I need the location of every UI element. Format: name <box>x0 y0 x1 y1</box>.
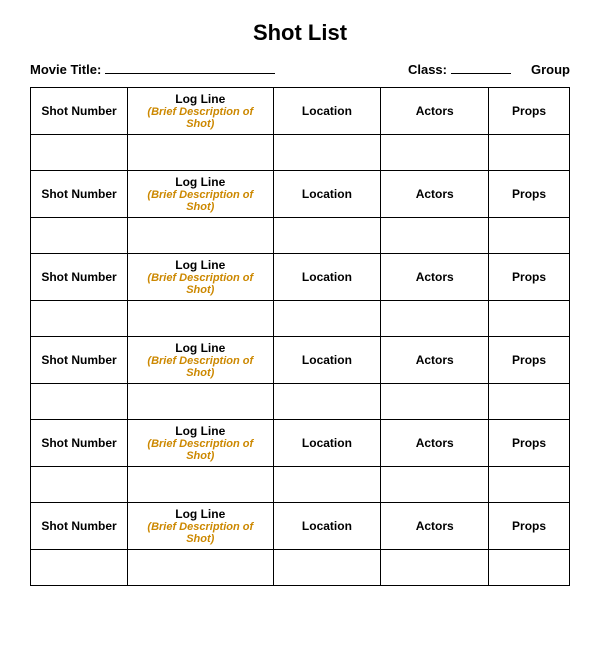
props-cell[interactable] <box>489 467 570 503</box>
col-header-actors-4: Actors <box>381 337 489 384</box>
actors-cell[interactable] <box>381 301 489 337</box>
table-header-row-2: Shot Number Log Line (Brief Description … <box>31 171 570 218</box>
props-cell[interactable] <box>489 135 570 171</box>
table-row <box>31 384 570 420</box>
col-header-logline-6: Log Line (Brief Description of Shot) <box>128 503 274 550</box>
logline-sub-5: (Brief Description of Shot) <box>134 438 267 462</box>
actors-cell[interactable] <box>381 384 489 420</box>
location-cell[interactable] <box>273 467 381 503</box>
shot-number-cell[interactable] <box>31 384 128 420</box>
col-header-shot-6: Shot Number <box>31 503 128 550</box>
page-title: Shot List <box>30 20 570 46</box>
col-header-props-6: Props <box>489 503 570 550</box>
col-header-shot-2: Shot Number <box>31 171 128 218</box>
shot-number-cell[interactable] <box>31 467 128 503</box>
logline-title-3: Log Line <box>134 258 267 272</box>
col-header-logline-5: Log Line (Brief Description of Shot) <box>128 420 274 467</box>
logline-sub-2: (Brief Description of Shot) <box>134 189 267 213</box>
col-header-logline-4: Log Line (Brief Description of Shot) <box>128 337 274 384</box>
logline-sub-3: (Brief Description of Shot) <box>134 272 267 296</box>
actors-cell[interactable] <box>381 467 489 503</box>
col-header-shot-4: Shot Number <box>31 337 128 384</box>
col-header-props: Props <box>489 88 570 135</box>
logline-title-5: Log Line <box>134 424 267 438</box>
logline-title-2: Log Line <box>134 175 267 189</box>
table-header-row-4: Shot Number Log Line (Brief Description … <box>31 337 570 384</box>
shot-list-table: Shot Number Log Line (Brief Description … <box>30 87 570 586</box>
col-header-props-5: Props <box>489 420 570 467</box>
col-header-props-2: Props <box>489 171 570 218</box>
logline-cell[interactable] <box>128 218 274 254</box>
col-header-location: Location <box>273 88 381 135</box>
col-header-location-6: Location <box>273 503 381 550</box>
logline-sub-4: (Brief Description of Shot) <box>134 355 267 379</box>
col-header-actors-3: Actors <box>381 254 489 301</box>
col-header-actors: Actors <box>381 88 489 135</box>
logline-title-4: Log Line <box>134 341 267 355</box>
col-header-shot-3: Shot Number <box>31 254 128 301</box>
shot-number-cell[interactable] <box>31 218 128 254</box>
col-header-actors-2: Actors <box>381 171 489 218</box>
logline-sub: (Brief Description of Shot) <box>134 106 267 130</box>
col-header-location-2: Location <box>273 171 381 218</box>
col-header-actors-6: Actors <box>381 503 489 550</box>
actors-cell[interactable] <box>381 135 489 171</box>
table-header-row-6: Shot Number Log Line (Brief Description … <box>31 503 570 550</box>
logline-cell[interactable] <box>128 467 274 503</box>
logline-cell[interactable] <box>128 384 274 420</box>
logline-title: Log Line <box>134 92 267 106</box>
table-row <box>31 550 570 586</box>
table-header-row-3: Shot Number Log Line (Brief Description … <box>31 254 570 301</box>
col-header-location-3: Location <box>273 254 381 301</box>
col-header-shot: Shot Number <box>31 88 128 135</box>
logline-cell[interactable] <box>128 135 274 171</box>
shot-number-cell[interactable] <box>31 301 128 337</box>
logline-title-6: Log Line <box>134 507 267 521</box>
logline-cell[interactable] <box>128 550 274 586</box>
col-header-props-3: Props <box>489 254 570 301</box>
col-header-logline: Log Line (Brief Description of Shot) <box>128 88 274 135</box>
col-header-actors-5: Actors <box>381 420 489 467</box>
col-header-shot-5: Shot Number <box>31 420 128 467</box>
props-cell[interactable] <box>489 301 570 337</box>
col-header-logline-3: Log Line (Brief Description of Shot) <box>128 254 274 301</box>
props-cell[interactable] <box>489 218 570 254</box>
shot-number-cell[interactable] <box>31 550 128 586</box>
col-header-props-4: Props <box>489 337 570 384</box>
location-cell[interactable] <box>273 301 381 337</box>
class-input[interactable] <box>451 60 511 74</box>
logline-cell[interactable] <box>128 301 274 337</box>
location-cell[interactable] <box>273 384 381 420</box>
col-header-location-5: Location <box>273 420 381 467</box>
table-header-row-1: Shot Number Log Line (Brief Description … <box>31 88 570 135</box>
location-cell[interactable] <box>273 218 381 254</box>
group-label: Group <box>531 62 570 77</box>
table-row <box>31 467 570 503</box>
table-header-row-5: Shot Number Log Line (Brief Description … <box>31 420 570 467</box>
logline-sub-6: (Brief Description of Shot) <box>134 521 267 545</box>
actors-cell[interactable] <box>381 218 489 254</box>
table-row <box>31 135 570 171</box>
location-cell[interactable] <box>273 550 381 586</box>
location-cell[interactable] <box>273 135 381 171</box>
col-header-location-4: Location <box>273 337 381 384</box>
movie-title-label: Movie Title: <box>30 62 101 77</box>
props-cell[interactable] <box>489 384 570 420</box>
props-cell[interactable] <box>489 550 570 586</box>
movie-title-input[interactable] <box>105 60 275 74</box>
shot-number-cell[interactable] <box>31 135 128 171</box>
table-row <box>31 218 570 254</box>
class-label: Class: <box>408 62 447 77</box>
col-header-logline-2: Log Line (Brief Description of Shot) <box>128 171 274 218</box>
actors-cell[interactable] <box>381 550 489 586</box>
table-row <box>31 301 570 337</box>
